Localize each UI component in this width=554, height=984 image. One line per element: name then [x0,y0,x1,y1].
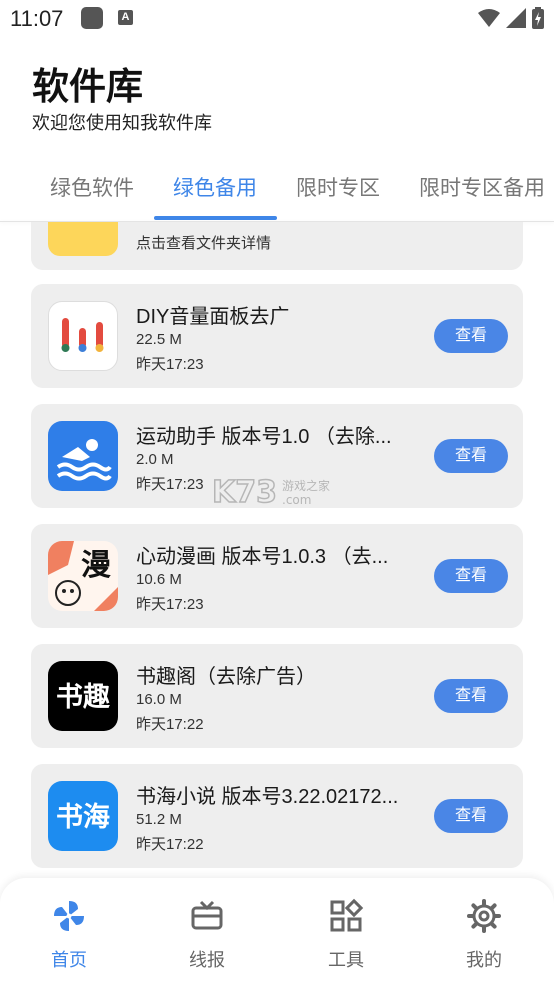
app-size: 10.6 M [136,571,182,588]
signal-icon [506,8,526,28]
app-time: 昨天17:23 [136,596,204,613]
folder-description: 点击查看文件夹详情 [136,235,272,252]
watermark: K73 游戏之家 .com [211,474,342,515]
category-tabs: 绿色软件 绿色备用 限时专区 限时专区备用 [0,160,554,222]
nav-home[interactable]: 首页 [0,878,138,984]
app-name: 运动助手 版本号1.0 （去除... [136,426,392,448]
status-icons [478,6,544,30]
status-bar: 11:07 A [0,0,554,38]
manga-icon: 漫 [48,541,118,611]
tab-green-backup[interactable]: 绿色备用 [173,172,257,202]
tab-limited-zone[interactable]: 限时专区 [296,172,380,202]
nav-home-label: 首页 [51,950,87,970]
app-size: 2.0 M [136,451,174,468]
app-size: 51.2 M [136,811,182,828]
app-size: 16.0 M [136,691,182,708]
volume-panel-icon [48,301,118,371]
shuhai-icon: 书海 [48,781,118,851]
view-button[interactable]: 查看 [434,319,508,353]
nav-tools[interactable]: 工具 [277,878,415,984]
manga-icon-text: 漫 [81,548,111,583]
notification-icon [81,7,103,29]
app-size: 22.5 M [136,331,182,348]
nav-news[interactable]: 线报 [138,878,276,984]
gear-icon [467,899,501,933]
folder-card[interactable]: 点击查看文件夹详情 [31,222,523,270]
view-button[interactable]: 查看 [434,679,508,713]
watermark-logo: K73 [212,475,277,510]
nav-news-label: 线报 [189,950,225,970]
watermark-sub1: 游戏之家 [282,478,330,493]
nav-tools-label: 工具 [328,950,364,970]
swimmer-icon [48,421,118,491]
app-name: 书趣阁（去除广告） [136,666,316,688]
apps-grid-icon [330,898,364,932]
view-button[interactable]: 查看 [434,439,508,473]
shuhai-icon-text: 书海 [56,802,110,833]
bottom-nav: 首页 线报 工具 我的 [0,878,554,984]
view-button[interactable]: 查看 [434,559,508,593]
app-name: DIY音量面板去广 [136,306,290,328]
list-item[interactable]: 书趣 书趣阁（去除广告） 16.0 M 昨天17:22 查看 [31,644,523,748]
page-title: 软件库 [32,66,143,107]
nav-mine[interactable]: 我的 [415,878,553,984]
tab-limited-zone-backup[interactable]: 限时专区备用 [419,172,545,202]
app-name: 心动漫画 版本号1.0.3 （去... [136,546,389,568]
shuqu-icon-text: 书趣 [56,682,110,713]
page-subtitle: 欢迎您使用知我软件库 [32,113,212,133]
wifi-icon [478,9,500,27]
pinwheel-icon [54,901,84,931]
list-item[interactable]: 书海 书海小说 版本号3.22.02172... 51.2 M 昨天17:22 … [31,764,523,868]
app-time: 昨天17:22 [136,836,204,853]
list-item[interactable]: 漫 心动漫画 版本号1.0.3 （去... 10.6 M 昨天17:23 查看 [31,524,523,628]
active-tab-indicator [154,216,277,220]
list-item[interactable]: DIY音量面板去广 22.5 M 昨天17:23 查看 [31,284,523,388]
app-time: 昨天17:22 [136,716,204,733]
status-time: 11:07 [10,6,64,31]
app-time: 昨天17:23 [136,476,204,493]
watermark-sub2: .com [282,493,311,507]
folder-icon [48,222,118,256]
app-list: 点击查看文件夹详情 DIY音量面板去广 22.5 M 昨天17:23 查看 运动… [0,222,554,878]
keyboard-icon: A [118,10,133,25]
app-time: 昨天17:23 [136,356,204,373]
tab-green-software[interactable]: 绿色软件 [50,172,134,202]
nav-mine-label: 我的 [466,950,502,970]
tv-icon [191,900,223,930]
app-name: 书海小说 版本号3.22.02172... [136,786,399,808]
shuqu-icon: 书趣 [48,661,118,731]
battery-icon [532,7,544,29]
view-button[interactable]: 查看 [434,799,508,833]
